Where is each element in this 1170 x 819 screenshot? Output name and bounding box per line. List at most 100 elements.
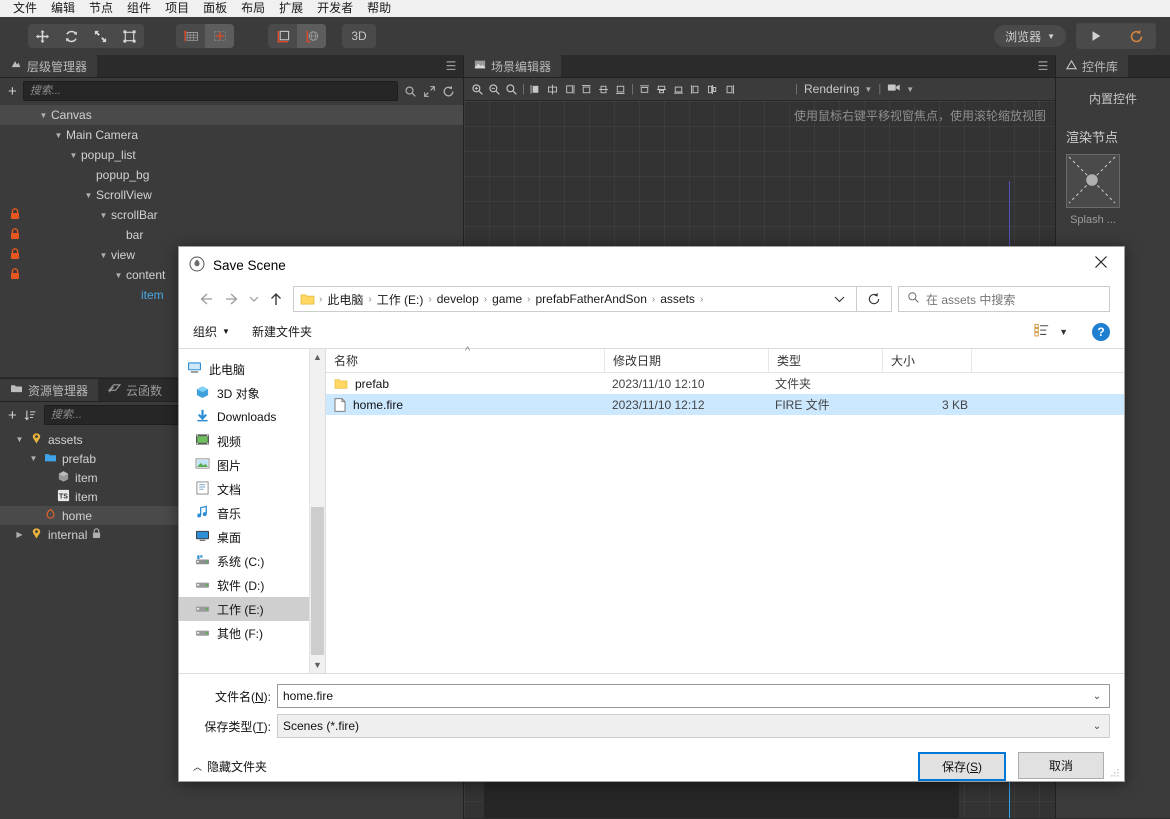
camera-selector[interactable]: ▼ — [883, 82, 918, 96]
tree-node-bar[interactable]: bar — [0, 225, 463, 245]
chevron-down-icon[interactable]: ⌄ — [1085, 691, 1109, 702]
hide-folders-toggle[interactable]: ︿ 隐藏文件夹 — [193, 758, 267, 775]
filename-input[interactable]: home.fire ⌄ — [277, 684, 1110, 708]
nav-item-downloads[interactable]: Downloads — [179, 405, 325, 429]
align-right-icon[interactable] — [561, 80, 578, 98]
nav-item-drive-f[interactable]: 其他 (F:) — [179, 621, 325, 645]
hierarchy-menu-button[interactable]: ☰ — [439, 55, 463, 77]
scrollbar-thumb[interactable] — [311, 507, 324, 655]
tab-widget-library[interactable]: 控件库 — [1056, 55, 1129, 77]
scroll-down-icon[interactable]: ▼ — [310, 657, 325, 673]
nav-item-documents[interactable]: 文档 — [179, 477, 325, 501]
tree-node-scrollbar[interactable]: ▼ scrollBar — [0, 205, 463, 225]
align-top-icon[interactable] — [578, 80, 595, 98]
refresh-icon[interactable] — [857, 286, 892, 312]
breadcrumb-item-0[interactable]: 此电脑 — [324, 291, 366, 308]
menu-item-developer[interactable]: 开发者 — [310, 0, 360, 17]
menu-item-help[interactable]: 帮助 — [360, 0, 398, 17]
column-header-modified[interactable]: 修改日期 — [605, 349, 769, 372]
tree-node-canvas[interactable]: ▼ Canvas — [0, 105, 463, 125]
file-row-prefab[interactable]: prefab 2023/11/10 12:10 文件夹 — [326, 373, 1124, 394]
view-mode-icon[interactable] — [1034, 323, 1051, 340]
lock-icon[interactable] — [10, 267, 20, 283]
column-header-size[interactable]: 大小 — [883, 349, 972, 372]
align-middle-icon[interactable] — [595, 80, 612, 98]
nav-item-videos[interactable]: 视频 — [179, 429, 325, 453]
align-center-h-icon[interactable] — [544, 80, 561, 98]
move-tool-button[interactable] — [28, 24, 57, 48]
resize-grip[interactable] — [1109, 767, 1121, 779]
chevron-down-icon[interactable] — [822, 292, 856, 306]
scene-menu-button[interactable]: ☰ — [1031, 55, 1055, 77]
distribute-center-icon[interactable] — [704, 80, 721, 98]
tab-hierarchy[interactable]: 层级管理器 — [0, 55, 98, 77]
tab-asset-manager[interactable]: 资源管理器 — [0, 379, 99, 401]
nav-item-desktop[interactable]: 桌面 — [179, 525, 325, 549]
add-node-button[interactable]: + — [8, 84, 17, 99]
pivot-position-tool-button[interactable] — [205, 24, 234, 48]
up-button[interactable] — [263, 286, 289, 312]
breadcrumb-item-3[interactable]: game — [489, 292, 525, 306]
breadcrumb-item-2[interactable]: develop — [434, 292, 482, 306]
nav-item-drive-d[interactable]: 软件 (D:) — [179, 573, 325, 597]
menu-item-project[interactable]: 项目 — [158, 0, 196, 17]
cancel-button[interactable]: 取消 — [1018, 752, 1104, 779]
breadcrumb-item-5[interactable]: assets — [657, 292, 698, 306]
chevron-down-icon[interactable]: ▼ — [14, 435, 25, 444]
sort-icon[interactable] — [24, 409, 37, 422]
tree-node-scrollview[interactable]: ▼ ScrollView — [0, 185, 463, 205]
lock-icon[interactable] — [10, 227, 20, 243]
distribute-bottom-icon[interactable] — [670, 80, 687, 98]
collapse-all-icon[interactable] — [423, 85, 436, 98]
distribute-right-icon[interactable] — [721, 80, 738, 98]
chevron-down-icon[interactable]: ▼ — [53, 131, 64, 140]
chevron-down-icon[interactable]: ▼ — [68, 151, 79, 160]
nav-item-drive-c[interactable]: 系统 (C:) — [179, 549, 325, 573]
chevron-down-icon[interactable]: ▼ — [98, 251, 109, 260]
rendering-selector[interactable]: Rendering ▼ — [800, 82, 876, 96]
back-button[interactable] — [193, 286, 219, 312]
nav-item-music[interactable]: 音乐 — [179, 501, 325, 525]
chevron-down-icon[interactable]: ▼ — [98, 211, 109, 220]
refresh-icon[interactable] — [442, 85, 455, 98]
lock-icon[interactable] — [10, 207, 20, 223]
help-button[interactable]: ? — [1092, 322, 1110, 341]
zoom-in-icon[interactable] — [469, 80, 486, 98]
align-bottom-icon[interactable] — [612, 80, 629, 98]
save-button[interactable]: 保存(S) — [918, 752, 1006, 781]
chevron-right-icon[interactable]: ▶ — [14, 530, 25, 539]
tree-node-popup-list[interactable]: ▼ popup_list — [0, 145, 463, 165]
nav-item-drive-e[interactable]: 工作 (E:) — [179, 597, 325, 621]
tab-cloud-function[interactable]: 云函数 — [98, 379, 173, 401]
dimension-toggle-button[interactable]: 3D — [342, 24, 376, 48]
menu-item-extension[interactable]: 扩展 — [272, 0, 310, 17]
breadcrumb-item-1[interactable]: 工作 (E:) — [374, 291, 427, 308]
nav-item-this-pc[interactable]: 此电脑 — [179, 357, 325, 381]
menu-item-panel[interactable]: 面板 — [196, 0, 234, 17]
chevron-down-icon[interactable]: ▼ — [38, 111, 49, 120]
menu-item-node[interactable]: 节点 — [82, 0, 120, 17]
filetype-select[interactable]: Scenes (*.fire) ⌄ — [277, 714, 1110, 738]
new-folder-button[interactable]: 新建文件夹 — [252, 323, 312, 340]
menu-item-component[interactable]: 组件 — [120, 0, 158, 17]
pivot-center-tool-button[interactable] — [176, 24, 205, 48]
close-icon[interactable] — [1078, 247, 1124, 277]
rotate-tool-button[interactable] — [57, 24, 86, 48]
hierarchy-search-input[interactable]: 搜索... — [22, 81, 398, 101]
forward-button[interactable] — [219, 286, 245, 312]
search-icon[interactable] — [404, 85, 417, 98]
align-left-icon[interactable] — [527, 80, 544, 98]
organize-button[interactable]: 组织 ▼ — [193, 323, 230, 340]
chevron-down-icon[interactable]: ▼ — [1059, 327, 1068, 337]
chevron-down-icon[interactable]: ▼ — [83, 191, 94, 200]
search-input[interactable]: 在 assets 中搜索 — [898, 286, 1110, 312]
menu-item-edit[interactable]: 编辑 — [44, 0, 82, 17]
menu-item-layout[interactable]: 布局 — [234, 0, 272, 17]
column-header-type[interactable]: 类型 — [769, 349, 883, 372]
distribute-middle-icon[interactable] — [653, 80, 670, 98]
tree-node-main-camera[interactable]: ▼ Main Camera — [0, 125, 463, 145]
breadcrumb-item-4[interactable]: prefabFatherAndSon — [532, 292, 649, 306]
add-asset-button[interactable]: + — [8, 408, 17, 423]
recent-locations-button[interactable] — [245, 286, 263, 312]
nav-item-3d-objects[interactable]: 3D 对象 — [179, 381, 325, 405]
